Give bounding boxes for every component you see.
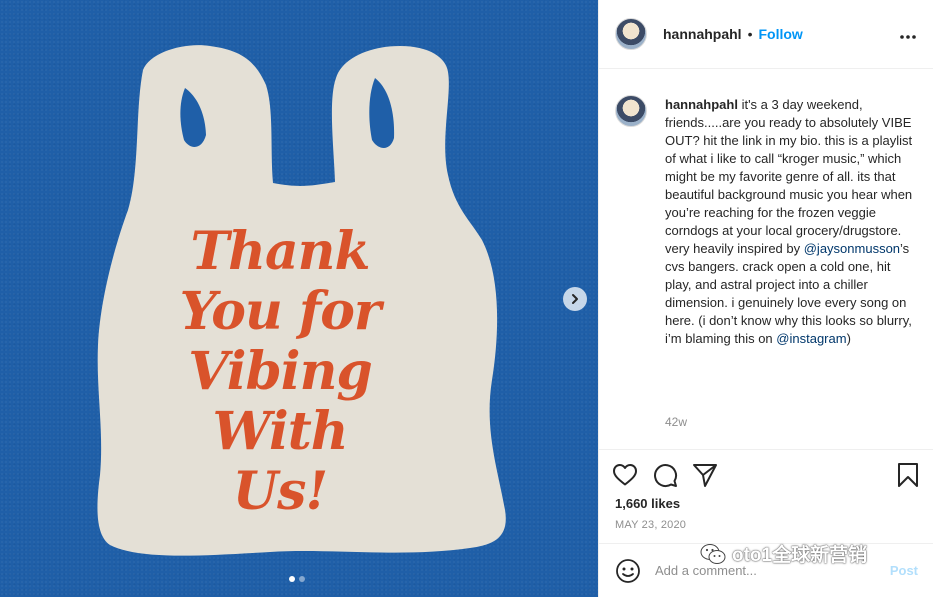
- bookmark-icon: [898, 462, 918, 487]
- caption-text: hannahpahl it's a 3 day weekend, friends…: [665, 96, 918, 348]
- like-button[interactable]: [611, 461, 639, 489]
- share-button[interactable]: [691, 461, 719, 489]
- bag-slogan-line: With: [212, 401, 348, 462]
- caption-body: it's a 3 day weekend, friends.....are yo…: [665, 97, 913, 256]
- mention-link[interactable]: @instagram: [776, 331, 846, 346]
- post-media[interactable]: Thank You for Vibing With Us!: [0, 0, 598, 597]
- post-sidebar: hannahpahl • Follow hannahpahl it's a 3 …: [598, 0, 933, 597]
- more-options-icon[interactable]: [899, 24, 917, 45]
- carousel-dot-active: [289, 576, 295, 582]
- heart-icon: [613, 463, 637, 485]
- post-comment-button[interactable]: Post: [890, 563, 918, 578]
- paper-plane-icon: [693, 463, 717, 487]
- caption-avatar[interactable]: [615, 95, 647, 127]
- comments-area: hannahpahl it's a 3 day weekend, friends…: [599, 80, 933, 440]
- author-username[interactable]: hannahpahl: [663, 26, 742, 42]
- follow-button[interactable]: Follow: [758, 26, 802, 42]
- bag-slogan-line: Thank: [190, 221, 370, 282]
- header-separator: •: [747, 26, 753, 42]
- emoji-icon[interactable]: [615, 558, 641, 584]
- caption-timestamp[interactable]: 42w: [665, 415, 687, 429]
- bag-slogan-line: Vibing: [188, 341, 372, 402]
- post-date: MAY 23, 2020: [615, 519, 687, 531]
- caption: hannahpahl it's a 3 day weekend, friends…: [615, 80, 918, 348]
- save-button[interactable]: [894, 461, 922, 489]
- comment-icon: [654, 463, 678, 487]
- carousel-dot: [299, 576, 305, 582]
- watermark: oto1全球新营销: [700, 540, 867, 567]
- bag-slogan-line: You for: [179, 281, 382, 342]
- chevron-right-icon: [572, 294, 578, 304]
- bag-slogan: Thank You for Vibing With Us!: [150, 222, 410, 522]
- carousel-next-button[interactable]: [563, 287, 587, 311]
- mention-link[interactable]: @jaysonmusson: [804, 241, 900, 256]
- bag-slogan-line: Us!: [232, 461, 328, 522]
- caption-username[interactable]: hannahpahl: [665, 97, 738, 112]
- likes-count[interactable]: 1,660 likes: [615, 496, 680, 511]
- post-header: hannahpahl • Follow: [599, 0, 933, 69]
- wechat-icon: [700, 543, 726, 564]
- caption-body: ): [846, 331, 851, 346]
- watermark-text: oto1全球新营销: [732, 545, 868, 566]
- carousel-indicator: [289, 576, 305, 582]
- comment-button[interactable]: [651, 461, 679, 489]
- action-bar: [599, 449, 933, 499]
- author-avatar[interactable]: [615, 18, 647, 50]
